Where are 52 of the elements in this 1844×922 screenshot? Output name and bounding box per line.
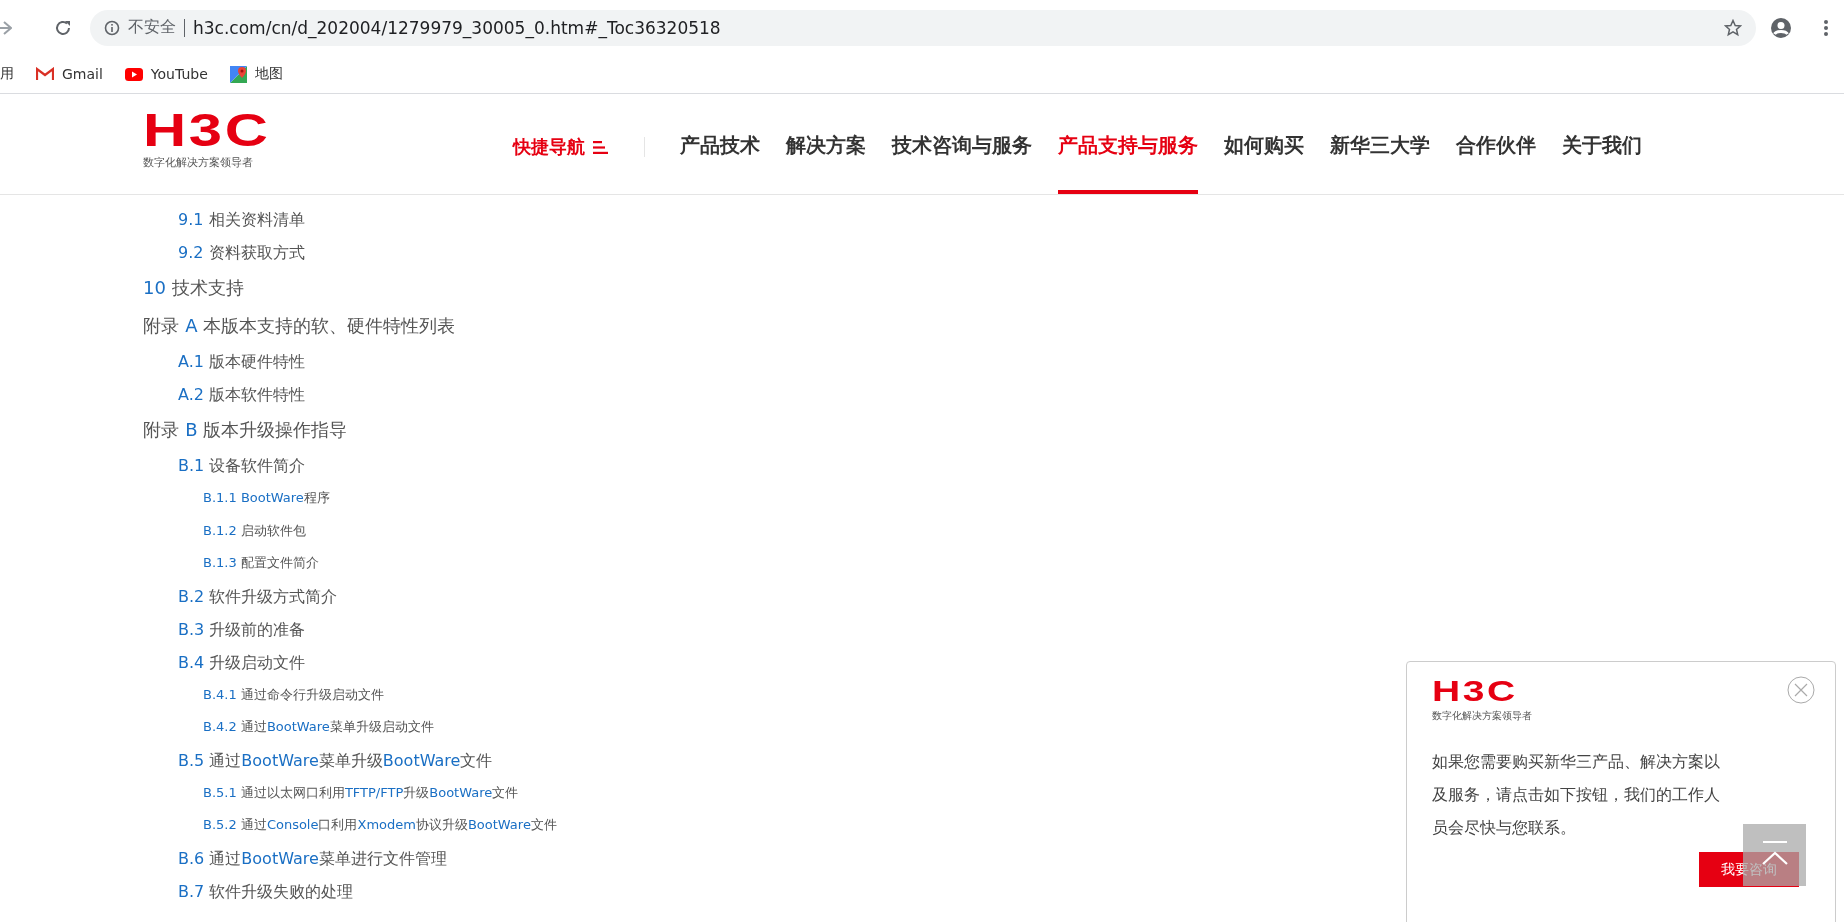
play-icon — [124, 67, 143, 81]
nav-tab[interactable]: 合作伙伴 — [1456, 94, 1536, 194]
nav-tab[interactable]: 解决方案 — [786, 94, 866, 194]
toc-link[interactable]: B.1.2 启动软件包 — [203, 514, 306, 547]
toc-link[interactable]: B.5 通过BootWare菜单升级BootWare文件 — [178, 743, 493, 777]
menu-icon[interactable] — [1824, 18, 1828, 37]
toc-link[interactable]: B.2 软件升级方式简介 — [178, 579, 338, 613]
popup-message: 如果您需要购买新华三产品、解决方案以及服务，请点击如下按钮，我们的工作人员会尽快与您联系。 — [1432, 751, 1721, 839]
toc-link[interactable]: 附录 B 版本升级操作指导 — [143, 411, 348, 449]
toc-link[interactable]: B.1 设备软件简介 — [178, 449, 306, 482]
toc-link[interactable]: A.1 版本硬件特性 — [178, 345, 306, 378]
toc-link[interactable]: A.2 版本软件特性 — [178, 378, 306, 411]
profile-icon[interactable] — [1770, 16, 1792, 39]
bookmark[interactable]: 用 — [0, 65, 14, 83]
menu-icon — [593, 140, 608, 154]
bookmark[interactable]: Gmail — [36, 66, 103, 82]
toc-link[interactable]: 9.1 相关资料清单 — [178, 203, 305, 236]
toc-link[interactable]: B.6 通过BootWare菜单进行文件管理 — [178, 841, 447, 875]
url-text[interactable]: h3c.com/cn/d_202004/1279979_30005_0.htm#_Toc36320518 — [193, 17, 1716, 38]
info-icon[interactable] — [104, 19, 120, 36]
toc-link[interactable]: B.1.1 BootWare程序 — [203, 482, 330, 515]
toc-link[interactable]: B.4.2 通过BootWare菜单升级启动文件 — [203, 711, 434, 744]
nav-tab[interactable]: 如何购买 — [1224, 94, 1304, 194]
security-label: 不安全 — [128, 17, 176, 38]
nav-tab[interactable]: 关于我们 — [1562, 94, 1642, 194]
bookmark[interactable]: 地图 — [229, 65, 283, 83]
nav-tab[interactable]: 产品技术 — [680, 94, 760, 194]
envelope-icon — [36, 67, 54, 81]
nav-tab[interactable]: 产品支持与服务 — [1058, 94, 1198, 194]
nav-tab[interactable]: 新华三大学 — [1330, 94, 1430, 194]
map-pin-icon — [229, 65, 247, 83]
address-bar[interactable]: 不安全 h3c.com/cn/d_202004/1279979_30005_0.htm#_Toc36320518 — [90, 9, 1756, 46]
toc-link[interactable]: B.1.3 配置文件简介 — [203, 547, 319, 580]
reload-icon[interactable] — [54, 18, 72, 37]
tagline: 数字化解决方案领导者 — [1432, 709, 1532, 723]
logo: H3C — [1432, 676, 1518, 706]
toc-link[interactable]: B.7 软件升级失败的处理 — [178, 874, 354, 908]
back-icon[interactable] — [0, 18, 12, 37]
toc-link[interactable]: B.3 升级前的准备 — [178, 612, 306, 646]
toc-link[interactable]: 10 技术支持 — [143, 269, 244, 307]
logo[interactable]: H3C — [143, 108, 271, 152]
tagline: 数字化解决方案领导者 — [143, 155, 253, 170]
toc-link[interactable]: B.4.1 通过命令行升级启动文件 — [203, 678, 384, 711]
toc-link[interactable]: 附录 A 本版本支持的软、硬件特性列表 — [143, 307, 456, 345]
toc-link[interactable]: 9.2 资料获取方式 — [178, 236, 305, 269]
nav-tab[interactable]: 技术咨询与服务 — [892, 94, 1032, 194]
star-icon[interactable] — [1724, 18, 1742, 37]
toc-link[interactable]: B.4 升级启动文件 — [178, 645, 306, 679]
quick-nav-link[interactable]: 快捷导航 — [513, 94, 608, 194]
bookmark[interactable]: YouTube — [124, 66, 208, 82]
toc-link[interactable]: B.5.1 通过以太网口利用TFTP/FTP升级BootWare文件 — [203, 776, 519, 809]
toc-link[interactable]: B.5.2 通过Console口利用Xmodem协议升级BootWare文件 — [203, 809, 557, 842]
